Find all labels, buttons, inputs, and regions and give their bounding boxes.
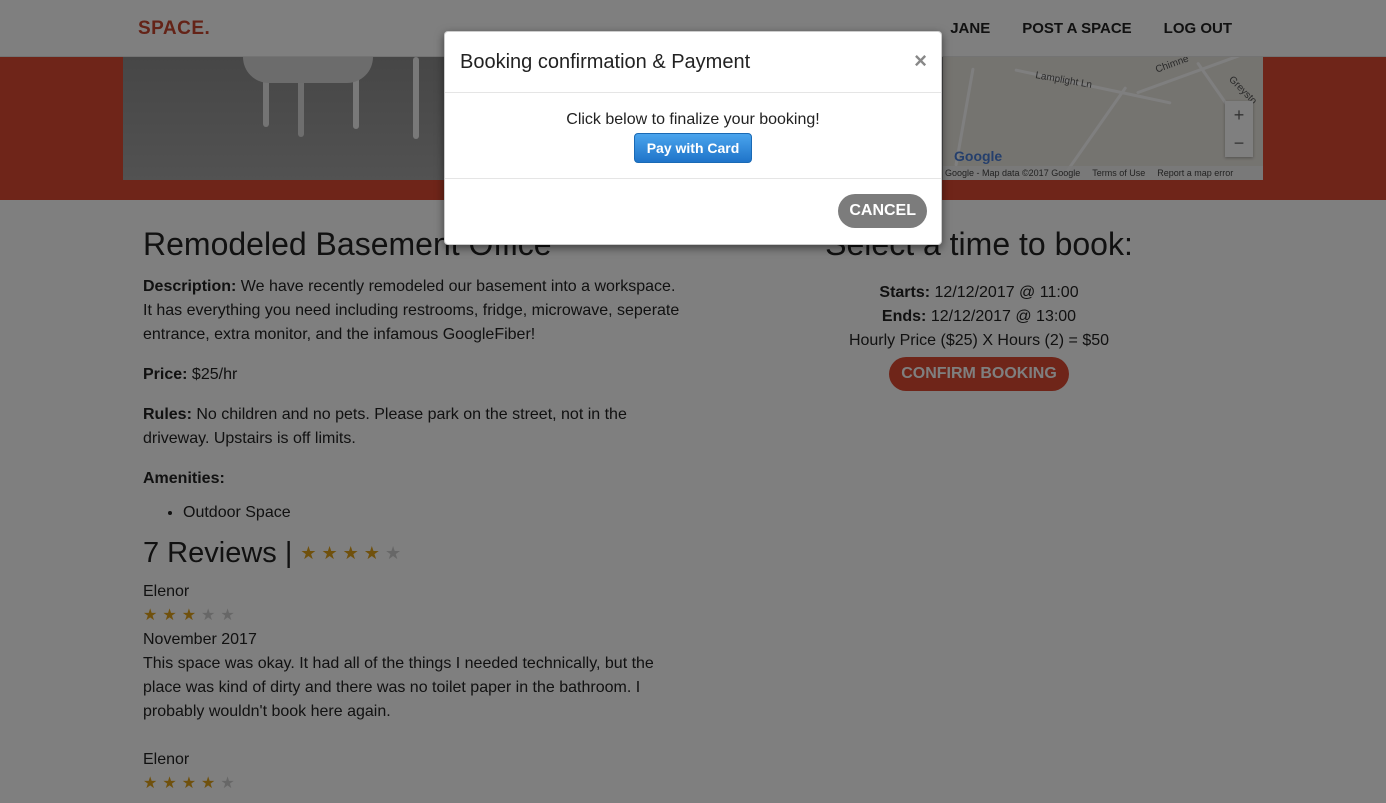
modal-title: Booking confirmation & Payment bbox=[460, 51, 751, 73]
cancel-button[interactable]: CANCEL bbox=[838, 194, 927, 228]
pay-with-card-button[interactable]: Pay with Card bbox=[633, 133, 753, 163]
modal-header: Booking confirmation & Payment × bbox=[445, 32, 941, 93]
modal-message: Click below to finalize your booking! bbox=[566, 111, 820, 128]
payment-modal: Booking confirmation & Payment × Click b… bbox=[444, 31, 942, 245]
close-icon[interactable]: × bbox=[914, 48, 927, 74]
modal-footer: CANCEL bbox=[445, 179, 941, 245]
modal-body: Click below to finalize your booking! Pa… bbox=[445, 93, 941, 179]
